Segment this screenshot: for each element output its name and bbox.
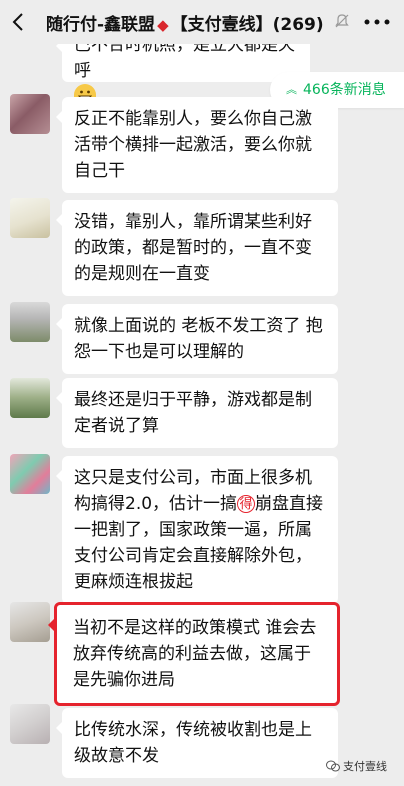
back-arrow-icon[interactable] xyxy=(8,10,30,34)
diamond-icon: ◆ xyxy=(157,16,169,34)
group-name: 随行付-鑫联盟 xyxy=(46,15,156,35)
avatar[interactable] xyxy=(10,704,50,744)
avatar[interactable] xyxy=(10,602,50,642)
more-options-icon[interactable] xyxy=(364,19,390,25)
message-text: 反正不能靠别人，要么你自己激活带个横排一起激活，要么你就自己干 xyxy=(74,109,312,181)
highlighted-message-bubble[interactable]: 当初不是这样的政策模式 谁会去放弃传统高的利益去做，这属于是先骗你进局 xyxy=(48,602,340,706)
message-text: 比传统水深，传统被收割也是上级故意不发 xyxy=(74,720,312,766)
new-messages-label: 466条新消息 xyxy=(303,82,386,98)
message-bubble[interactable]: 最终还是归于平静，游戏都是制定者说了算 xyxy=(56,378,338,448)
watermark-text: 支付壹线 xyxy=(343,760,387,773)
message-bubble[interactable]: 就像上面说的 老板不发工资了 抱怨一下也是可以理解的 xyxy=(56,304,338,374)
group-suffix: 【支付壹线】(269) xyxy=(170,15,324,35)
avatar[interactable] xyxy=(10,302,50,342)
avatar[interactable] xyxy=(10,454,50,494)
chat-area[interactable]: 巴不合时机照，是立大都是天呼 ︽ 466条新消息 反正不能靠别人，要么你自己激活带… xyxy=(0,44,404,786)
avatar[interactable] xyxy=(10,378,50,418)
message-text: 没错，靠别人，靠所谓某些利好的政策，都是暂时的，一直不变的是规则在一直变 xyxy=(74,212,312,284)
message-bubble[interactable]: 这只是支付公司，市面上很多机构搞得2.0，估计一搞得崩盘直接一把割了，国家政策一… xyxy=(56,456,338,604)
watermark: 支付壹线 xyxy=(326,758,387,774)
message-text: 最终还是归于平静，游戏都是制定者说了算 xyxy=(74,390,312,436)
chat-header: 随行付-鑫联盟 ◆ 【支付壹线】(269) xyxy=(0,0,404,44)
avatar[interactable] xyxy=(10,94,50,134)
message-text: 就像上面说的 老板不发工资了 抱怨一下也是可以理解的 xyxy=(74,316,323,362)
message-text: 当初不是这样的政策模式 谁会去放弃传统高的利益去做，这属于是先骗你进局 xyxy=(73,618,317,690)
wechat-channel-icon xyxy=(326,760,340,772)
message-bubble[interactable]: 反正不能靠别人，要么你自己激活带个横排一起激活，要么你就自己干 xyxy=(56,97,338,193)
message-bubble[interactable]: 没错，靠别人，靠所谓某些利好的政策，都是暂时的，一直不变的是规则在一直变 xyxy=(56,200,338,296)
mute-bell-icon xyxy=(335,14,349,28)
censored-char-badge: 得 xyxy=(237,495,256,513)
avatar[interactable] xyxy=(10,198,50,238)
message-bubble[interactable]: 巴不合时机照，是立大都是天呼 xyxy=(56,44,310,106)
chat-title: 随行付-鑫联盟 ◆ 【支付壹线】(269) xyxy=(46,10,324,35)
message-bubble[interactable]: 比传统水深，传统被收割也是上级故意不发 xyxy=(56,708,338,778)
message-text: 巴不合时机照，是立大都是天呼 xyxy=(74,44,295,81)
